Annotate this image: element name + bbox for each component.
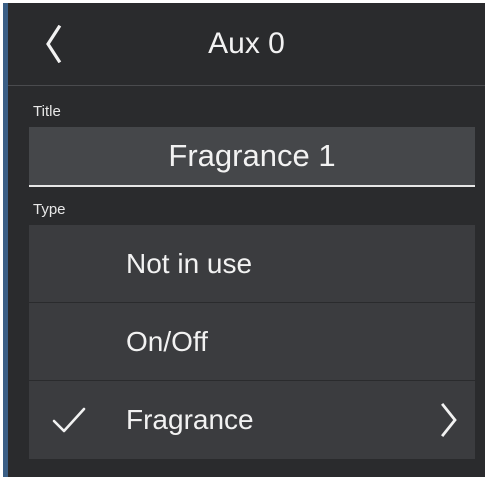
type-option-fragrance[interactable]: Fragrance (29, 381, 475, 459)
title-label: Title (33, 103, 61, 120)
option-label: Fragrance (126, 404, 254, 435)
aux-settings-screen: Aux 0 Title Type Not in use On/Off Fragr… (3, 3, 485, 477)
option-label: On/Off (126, 326, 208, 357)
check-icon (52, 407, 86, 433)
type-label: Type (33, 201, 66, 218)
type-option-on-off[interactable]: On/Off (29, 303, 475, 381)
option-label: Not in use (126, 248, 253, 279)
chevron-right-icon (441, 403, 457, 437)
type-options-list: Not in use On/Off Fragrance (29, 225, 475, 459)
title-input[interactable] (29, 127, 475, 187)
back-button[interactable] (38, 21, 68, 67)
screen-edge-accent (3, 3, 8, 477)
page-title: Aux 0 (208, 27, 285, 60)
chevron-left-icon (46, 25, 62, 63)
header-bar: Aux 0 (8, 3, 485, 86)
type-option-not-in-use[interactable]: Not in use (29, 225, 475, 303)
